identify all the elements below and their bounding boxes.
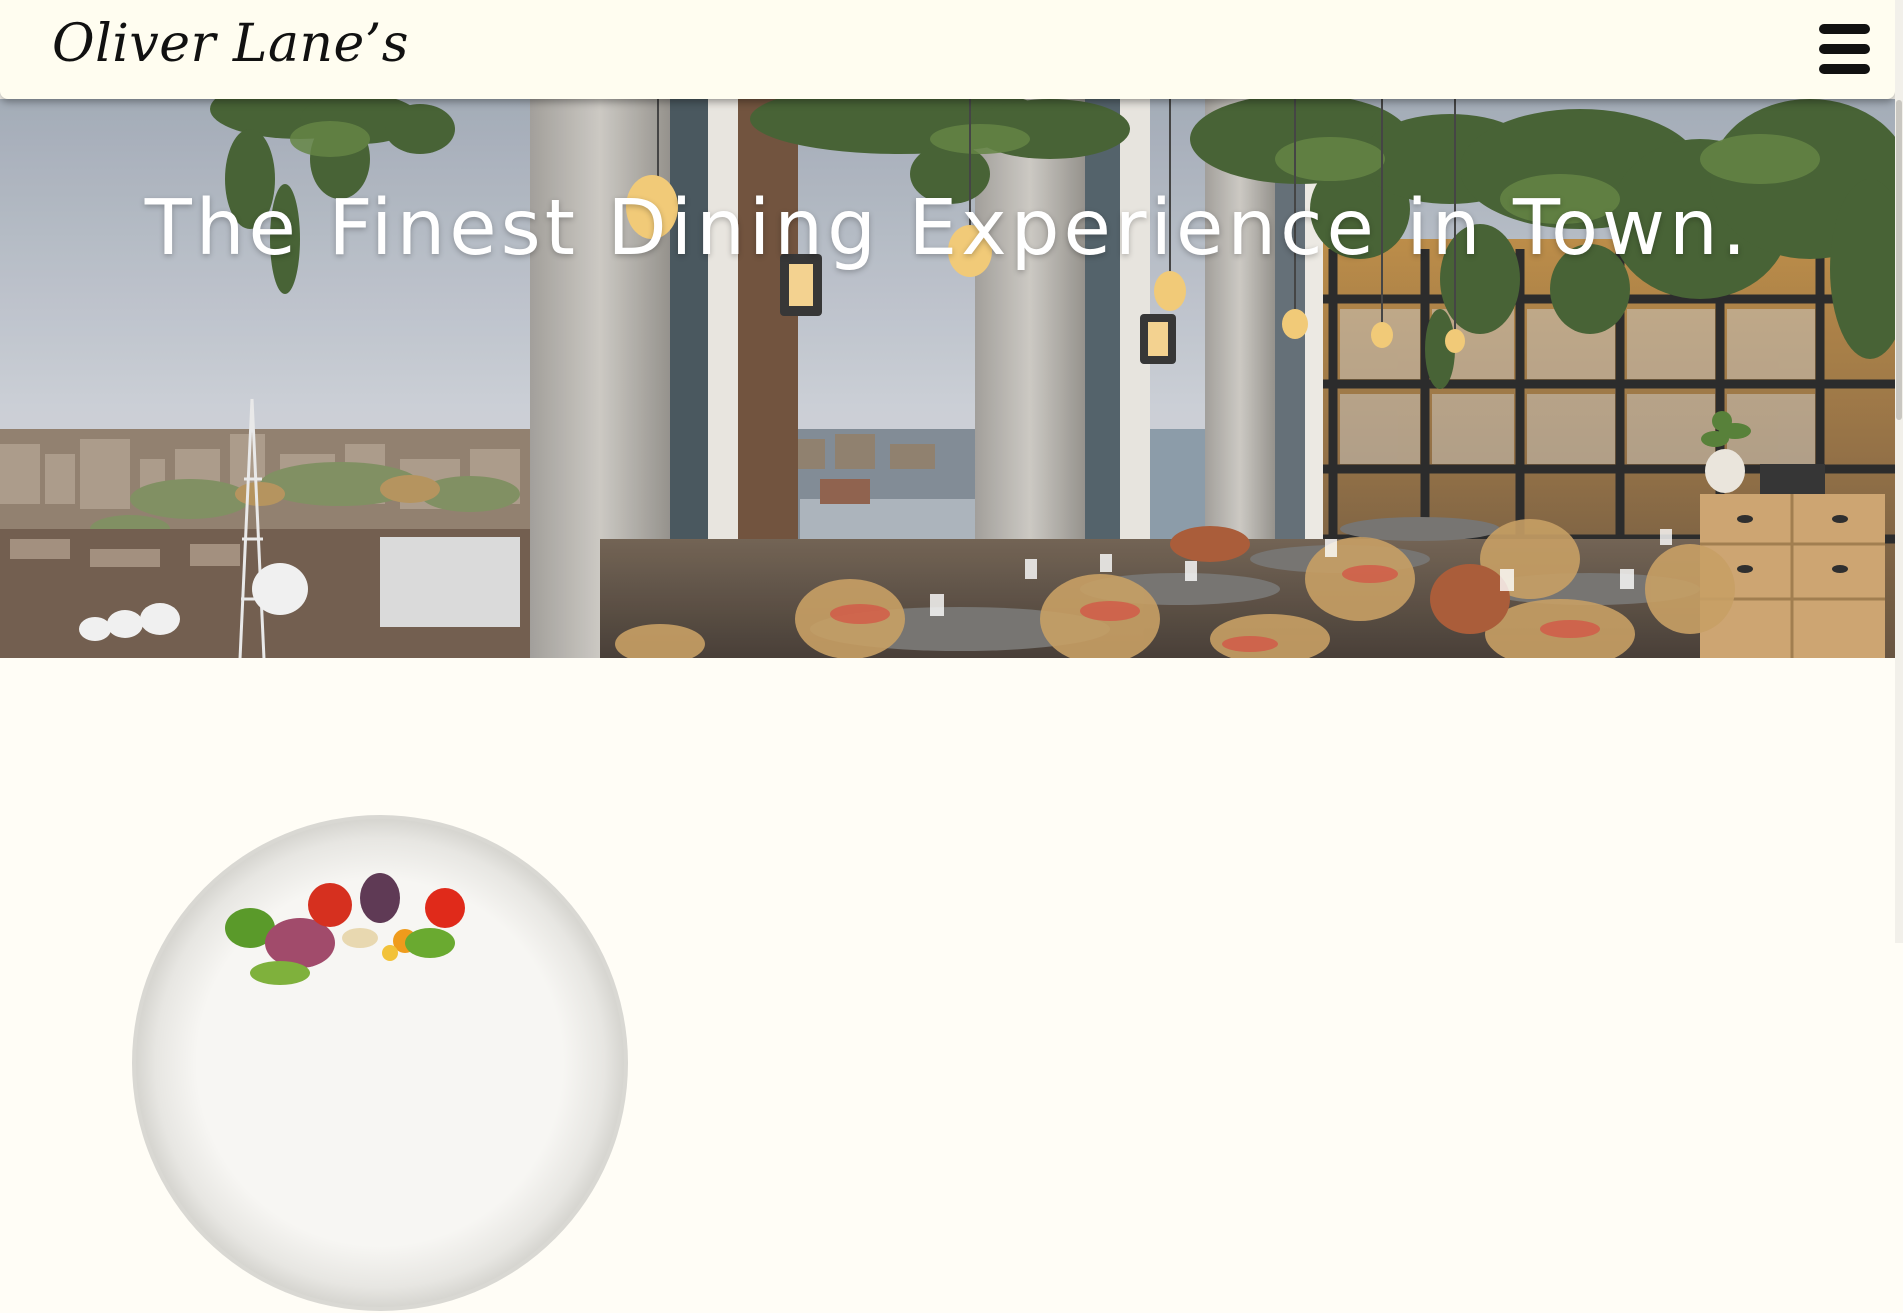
restaurant-interior-image <box>0 99 1895 658</box>
hamburger-menu-icon[interactable] <box>1819 24 1870 74</box>
hero-title: The Finest Dining Experience in Town. <box>144 184 1751 273</box>
content-section <box>0 658 1895 1311</box>
site-logo[interactable]: Oliver Lane’s <box>52 14 409 74</box>
hero-banner: The Finest Dining Experience in Town. <box>0 99 1895 658</box>
menu-bar-bottom <box>1819 64 1870 74</box>
site-header: Oliver Lane’s <box>0 0 1895 99</box>
menu-bar-top <box>1819 24 1870 34</box>
menu-bar-middle <box>1819 44 1870 54</box>
salad-plate-image <box>132 815 628 1311</box>
page-scrollbar[interactable] <box>1895 0 1903 943</box>
scrollbar-thumb[interactable] <box>1896 100 1902 420</box>
